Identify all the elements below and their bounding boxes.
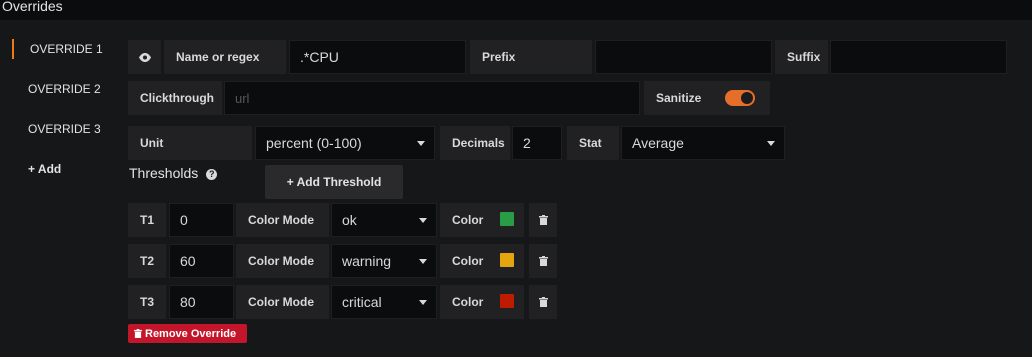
color-swatch[interactable] bbox=[500, 212, 514, 226]
clickthrough-input[interactable]: url bbox=[224, 81, 640, 115]
add-threshold-button[interactable]: + Add Threshold bbox=[265, 165, 403, 199]
threshold-name: T3 bbox=[128, 285, 166, 319]
color-mode-label: Color Mode bbox=[236, 244, 329, 278]
threshold-name: T1 bbox=[128, 203, 166, 237]
threshold-value-input[interactable]: 80 bbox=[169, 285, 234, 319]
chevron-down-icon bbox=[419, 259, 427, 264]
suffix-input[interactable] bbox=[830, 40, 1007, 74]
threshold-name: T2 bbox=[128, 244, 166, 278]
stat-label: Stat bbox=[567, 126, 619, 160]
thresholds-label: Thresholds bbox=[129, 165, 199, 181]
tab-override-2[interactable]: OVERRIDE 2 bbox=[12, 79, 101, 99]
color-mode-select[interactable]: critical bbox=[331, 285, 437, 319]
delete-threshold-button[interactable] bbox=[529, 285, 557, 319]
color-mode-label: Color Mode bbox=[236, 203, 329, 237]
prefix-label: Prefix bbox=[470, 40, 592, 74]
color-mode-value: warning bbox=[342, 253, 392, 269]
remove-override-label: Remove Override bbox=[145, 327, 237, 340]
eye-icon bbox=[138, 52, 151, 62]
trash-icon bbox=[538, 215, 548, 225]
tab-override-1[interactable]: OVERRIDE 1 bbox=[12, 39, 103, 59]
delete-threshold-button[interactable] bbox=[529, 203, 557, 237]
name-or-regex-input[interactable]: .*CPU bbox=[289, 40, 466, 74]
toggle-knob bbox=[741, 92, 753, 104]
stat-select-value: Average bbox=[632, 135, 684, 151]
decimals-input[interactable]: 2 bbox=[512, 126, 562, 160]
trash-icon bbox=[134, 329, 142, 338]
unit-select-value: percent (0-100) bbox=[266, 135, 362, 151]
name-or-regex-label: Name or regex bbox=[164, 40, 286, 74]
chevron-down-icon bbox=[417, 141, 425, 146]
remove-override-button[interactable]: Remove Override bbox=[128, 324, 247, 343]
help-icon[interactable]: ? bbox=[206, 168, 218, 180]
delete-threshold-button[interactable] bbox=[529, 244, 557, 278]
thresholds-heading: Thresholds? bbox=[129, 165, 218, 181]
suffix-label: Suffix bbox=[775, 40, 828, 74]
section-title: Overrides bbox=[0, 0, 1032, 20]
color-mode-value: critical bbox=[342, 294, 382, 310]
tab-override-3[interactable]: OVERRIDE 3 bbox=[12, 119, 101, 139]
sanitize-toggle[interactable] bbox=[725, 90, 755, 106]
color-mode-value: ok bbox=[342, 212, 357, 228]
threshold-value-input[interactable]: 60 bbox=[169, 244, 234, 278]
trash-icon bbox=[538, 256, 548, 266]
color-mode-label: Color Mode bbox=[236, 285, 329, 319]
chevron-down-icon bbox=[419, 218, 427, 223]
threshold-value-input[interactable]: 0 bbox=[169, 203, 234, 237]
chevron-down-icon bbox=[419, 300, 427, 305]
color-swatch[interactable] bbox=[500, 294, 514, 308]
unit-label: Unit bbox=[128, 126, 252, 160]
prefix-input[interactable] bbox=[595, 40, 772, 74]
visibility-toggle[interactable] bbox=[128, 40, 161, 74]
decimals-label: Decimals bbox=[440, 126, 510, 160]
unit-select[interactable]: percent (0-100) bbox=[255, 126, 435, 160]
clickthrough-label: Clickthrough bbox=[128, 81, 222, 115]
color-swatch[interactable] bbox=[500, 253, 514, 267]
add-override-button[interactable]: + Add bbox=[12, 159, 61, 179]
color-mode-select[interactable]: ok bbox=[331, 203, 437, 237]
trash-icon bbox=[538, 297, 548, 307]
color-mode-select[interactable]: warning bbox=[331, 244, 437, 278]
stat-select[interactable]: Average bbox=[621, 126, 785, 160]
chevron-down-icon bbox=[767, 141, 775, 146]
